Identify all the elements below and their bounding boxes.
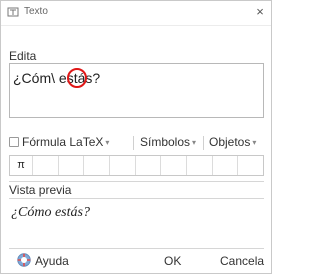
close-button[interactable]: × (253, 4, 267, 20)
symbols-dropdown[interactable]: Símbolos ▾ (140, 135, 196, 149)
preview-text: ¿Cómo estás? (11, 205, 90, 220)
title-bar: Texto × (1, 1, 271, 26)
help-icon (17, 253, 31, 267)
edit-text: ¿Cóm\ estás? (13, 70, 100, 86)
objects-label: Objetos (209, 135, 251, 149)
preview-label: Vista previa (9, 183, 72, 197)
symbol-cell[interactable] (187, 156, 213, 175)
symbol-cell[interactable] (136, 156, 162, 175)
symbol-cell[interactable] (110, 156, 136, 175)
toolbar-divider (203, 136, 204, 150)
latex-label: Fórmula LaTeX (22, 135, 104, 149)
annotation-circle (67, 68, 87, 88)
latex-toggle[interactable]: Fórmula LaTeX ▾ (22, 135, 109, 149)
toolbar-divider (133, 136, 134, 150)
help-label: Ayuda (35, 254, 69, 268)
symbol-cell[interactable] (238, 156, 263, 175)
symbol-cell[interactable] (33, 156, 59, 175)
symbol-cell[interactable] (84, 156, 111, 175)
edit-text-before: ¿Cóm (13, 70, 52, 86)
objects-dropdown[interactable]: Objetos ▾ (209, 135, 256, 149)
symbol-cell[interactable] (161, 156, 188, 175)
section-divider (9, 198, 264, 199)
symbol-cell[interactable] (213, 156, 239, 175)
editor-toolbar: Fórmula LaTeX ▾ Símbolos ▾ Objetos ▾ (9, 135, 264, 153)
edit-label: Edita (9, 49, 37, 63)
cancel-button[interactable]: Cancela (220, 254, 264, 268)
symbol-grid: π (9, 155, 264, 176)
text-dialog: Texto × Edita ¿Cóm\ estás? Fórmula LaTeX… (0, 0, 272, 274)
ok-button[interactable]: OK (164, 254, 181, 268)
window-title: Texto (24, 6, 48, 17)
section-divider (9, 181, 264, 182)
symbol-cell[interactable]: π (10, 156, 33, 175)
chevron-down-icon: ▾ (105, 138, 110, 147)
text-tool-icon (7, 7, 19, 17)
section-divider (9, 248, 264, 249)
chevron-down-icon: ▾ (252, 138, 257, 147)
symbol-cell[interactable] (59, 156, 85, 175)
edit-textarea[interactable]: ¿Cóm\ estás? (9, 63, 264, 118)
latex-checkbox[interactable] (9, 137, 19, 147)
chevron-down-icon: ▾ (192, 138, 197, 147)
symbols-label: Símbolos (140, 135, 191, 149)
